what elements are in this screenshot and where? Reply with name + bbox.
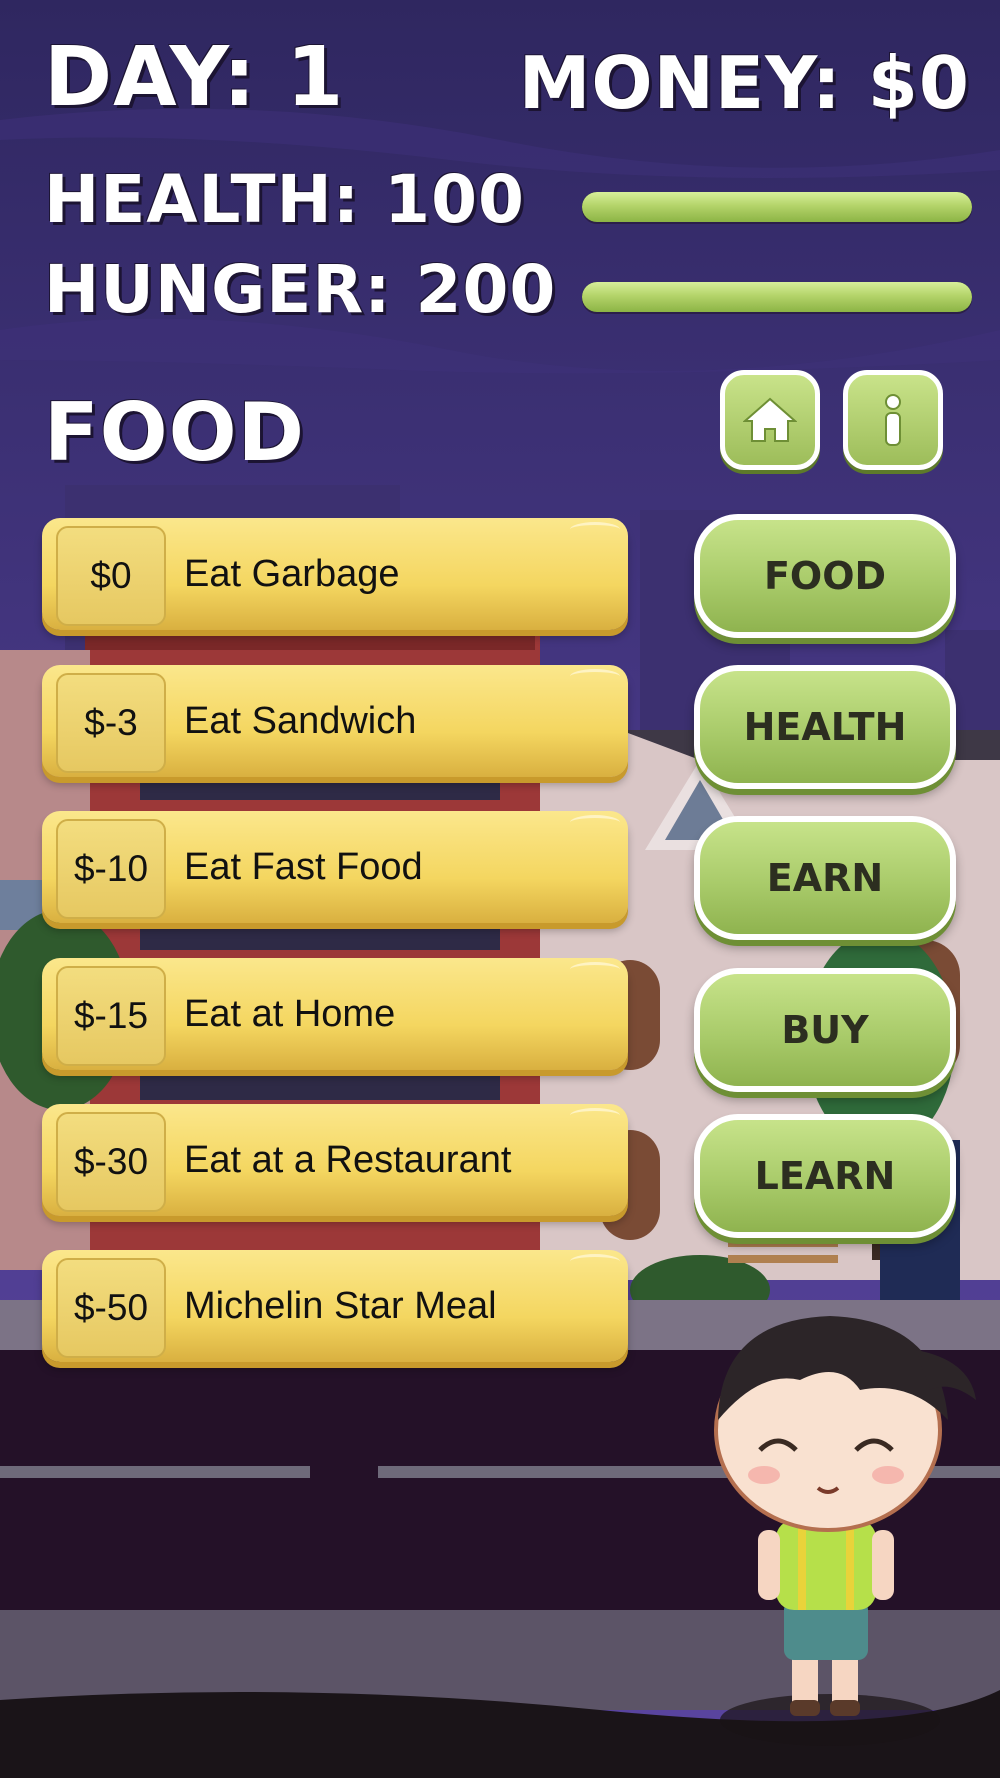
item-label: Eat Garbage <box>184 552 400 595</box>
item-price: $-10 <box>56 819 166 919</box>
item-shine <box>570 669 620 684</box>
hunger-stat: HUNGER: 200 <box>44 251 557 328</box>
item-label: Eat at a Restaurant <box>184 1138 512 1181</box>
health-stat: HEALTH: 100 <box>44 161 525 238</box>
item-shine <box>570 1108 620 1123</box>
item-shine <box>570 962 620 977</box>
item-price: $-15 <box>56 966 166 1066</box>
item-label: Eat Sandwich <box>184 699 417 742</box>
hunger-bar <box>582 282 972 312</box>
item-shine <box>570 815 620 830</box>
info-icon <box>885 394 901 446</box>
item-price: $-50 <box>56 1258 166 1358</box>
category-learn-button[interactable]: LEARN <box>694 1114 956 1238</box>
home-icon <box>743 397 797 442</box>
health-bar-fill <box>582 192 972 222</box>
day-counter: DAY: 1 <box>44 30 345 125</box>
item-shine <box>570 522 620 537</box>
category-food-button[interactable]: FOOD <box>694 514 956 638</box>
item-price: $-3 <box>56 673 166 773</box>
info-button[interactable] <box>843 370 943 470</box>
food-item-eat-garbage[interactable]: $0 Eat Garbage <box>42 518 628 630</box>
food-item-michelin-star-meal[interactable]: $-50 Michelin Star Meal <box>42 1250 628 1362</box>
item-label: Eat at Home <box>184 992 396 1035</box>
category-health-button[interactable]: HEALTH <box>694 665 956 789</box>
item-price: $-30 <box>56 1112 166 1212</box>
health-bar <box>582 192 972 222</box>
home-button[interactable] <box>720 370 820 470</box>
item-label: Eat Fast Food <box>184 845 423 888</box>
section-title: FOOD <box>44 386 306 479</box>
category-buy-button[interactable]: BUY <box>694 968 956 1092</box>
category-earn-button[interactable]: EARN <box>694 816 956 940</box>
item-label: Michelin Star Meal <box>184 1284 497 1327</box>
money-counter: MONEY: $0 <box>518 41 970 125</box>
item-price: $0 <box>56 526 166 626</box>
player-character <box>714 1316 976 1746</box>
hunger-bar-fill <box>582 282 972 312</box>
food-item-eat-fast-food[interactable]: $-10 Eat Fast Food <box>42 811 628 923</box>
food-item-eat-sandwich[interactable]: $-3 Eat Sandwich <box>42 665 628 777</box>
food-item-eat-at-restaurant[interactable]: $-30 Eat at a Restaurant <box>42 1104 628 1216</box>
food-item-eat-at-home[interactable]: $-15 Eat at Home <box>42 958 628 1070</box>
item-shine <box>570 1254 620 1269</box>
